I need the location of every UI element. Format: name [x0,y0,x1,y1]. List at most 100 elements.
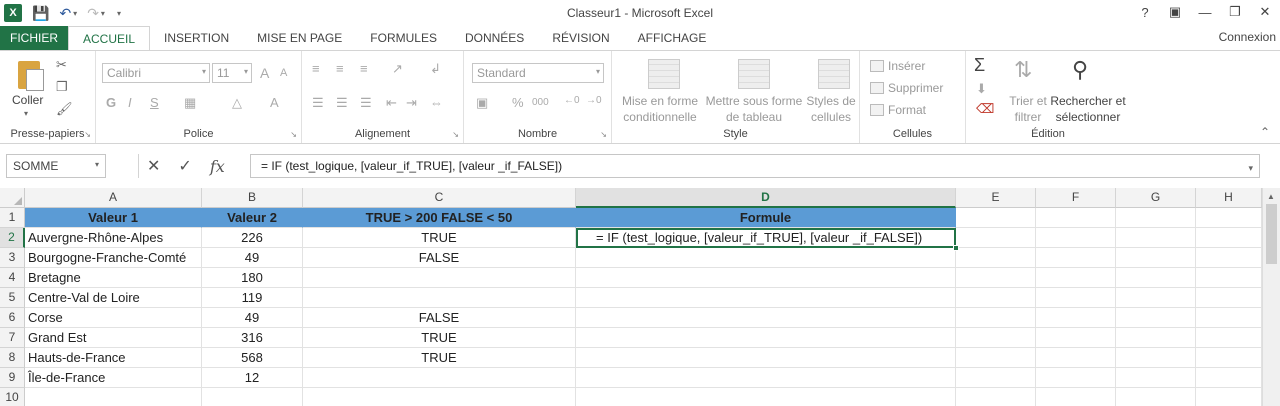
cell-h6[interactable] [1196,308,1262,328]
number-launcher-icon[interactable]: ↘ [600,130,607,139]
cell-g3[interactable] [1116,248,1196,268]
paste-button[interactable]: Coller [12,93,43,107]
cell-h3[interactable] [1196,248,1262,268]
format-painter-icon[interactable]: 🖌 [56,101,73,117]
scrollbar-thumb[interactable] [1266,204,1277,264]
sign-in-link[interactable]: Connexion [1219,30,1276,44]
row-header-3[interactable]: 3 [0,248,25,268]
row-header-6[interactable]: 6 [0,308,25,328]
scroll-up-icon[interactable]: ▲ [1267,192,1275,201]
fill-color-icon[interactable]: △ [232,95,242,111]
align-bottom-icon[interactable]: ≡ [360,61,368,76]
cell-b6[interactable]: 49 [202,308,303,328]
align-left-icon[interactable]: ☰ [312,95,324,111]
cell-f10[interactable] [1036,388,1116,406]
cell-a1[interactable]: Valeur 1 [25,208,202,228]
align-center-icon[interactable]: ☰ [336,95,348,111]
row-header-4[interactable]: 4 [0,268,25,288]
cell-f9[interactable] [1036,368,1116,388]
cell-e1[interactable] [956,208,1036,228]
insert-cells-button[interactable]: Insérer [870,59,925,73]
cell-h10[interactable] [1196,388,1262,406]
fill-handle[interactable] [953,245,959,251]
wrap-text-icon[interactable]: ↲ [430,61,441,77]
tab-page-layout[interactable]: MISE EN PAGE [243,26,356,50]
column-header-b[interactable]: B [202,188,303,208]
thousands-button[interactable]: 000 [532,97,549,108]
row-header-1[interactable]: 1 [0,208,25,228]
restore-icon[interactable]: ❐ [1220,0,1250,24]
cell-c2[interactable]: TRUE [303,228,576,248]
cell-a7[interactable]: Grand Est [25,328,202,348]
cell-e9[interactable] [956,368,1036,388]
fill-icon[interactable]: ⬇ [976,81,987,97]
cut-icon[interactable]: ✂ [56,57,67,73]
cell-styles-icon[interactable] [818,59,850,89]
help-icon[interactable]: ? [1130,0,1160,24]
cell-g4[interactable] [1116,268,1196,288]
row-header-10[interactable]: 10 [0,388,25,406]
cell-g8[interactable] [1116,348,1196,368]
format-as-table-icon[interactable] [738,59,770,89]
percent-button[interactable]: % [512,95,524,110]
format-as-table-button[interactable]: Mettre sous forme de tableau [704,93,804,125]
cell-e3[interactable] [956,248,1036,268]
decrease-indent-icon[interactable]: ⇤ [386,95,397,111]
cell-g9[interactable] [1116,368,1196,388]
cell-h1[interactable] [1196,208,1262,228]
copy-icon[interactable]: ❐ [56,79,68,95]
cell-d6[interactable] [576,308,956,328]
cell-d5[interactable] [576,288,956,308]
cell-d9[interactable] [576,368,956,388]
font-launcher-icon[interactable]: ↘ [290,130,297,139]
collapse-ribbon-icon[interactable]: ⌃ [1260,125,1270,139]
cell-f4[interactable] [1036,268,1116,288]
cell-f2[interactable] [1036,228,1116,248]
tab-view[interactable]: AFFICHAGE [624,26,721,50]
cell-f8[interactable] [1036,348,1116,368]
cell-c5[interactable] [303,288,576,308]
name-box[interactable]: SOMME ▾ [6,154,106,178]
cancel-icon[interactable]: ✕ [147,156,160,176]
number-format-select[interactable]: Standard ▾ [472,63,604,83]
cell-c8[interactable]: TRUE [303,348,576,368]
tab-home[interactable]: ACCUEIL [68,26,151,51]
cell-a9[interactable]: Île-de-France [25,368,202,388]
alignment-launcher-icon[interactable]: ↘ [452,130,459,139]
cell-b2[interactable]: 226 [202,228,303,248]
borders-icon[interactable]: ▦ [184,95,196,111]
cell-g10[interactable] [1116,388,1196,406]
close-icon[interactable]: ✕ [1250,0,1280,24]
grow-font-button[interactable]: A [260,65,269,81]
column-header-h[interactable]: H [1196,188,1262,208]
cell-g7[interactable] [1116,328,1196,348]
cell-c9[interactable] [303,368,576,388]
cell-b1[interactable]: Valeur 2 [202,208,303,228]
clipboard-launcher-icon[interactable]: ↘ [84,130,91,139]
merge-center-icon[interactable]: ⇔ [430,95,443,110]
formula-input[interactable]: = IF (test_logique, [valeur_if_TRUE], [v… [250,154,1260,178]
cell-e7[interactable] [956,328,1036,348]
ribbon-display-icon[interactable]: ▣ [1160,0,1190,24]
font-name-select[interactable]: Calibri ▾ [102,63,210,83]
row-header-2[interactable]: 2 [0,228,25,248]
cell-g6[interactable] [1116,308,1196,328]
cell-e8[interactable] [956,348,1036,368]
tab-review[interactable]: RÉVISION [538,26,623,50]
cell-e5[interactable] [956,288,1036,308]
cell-e4[interactable] [956,268,1036,288]
row-header-5[interactable]: 5 [0,288,25,308]
font-size-select[interactable]: 11 ▾ [212,63,252,83]
cell-d10[interactable] [576,388,956,406]
cell-d4[interactable] [576,268,956,288]
cell-b10[interactable] [202,388,303,406]
cell-d3[interactable] [576,248,956,268]
cell-b8[interactable]: 568 [202,348,303,368]
sort-filter-button[interactable]: Trier et filtrer [1004,93,1052,125]
currency-icon[interactable]: ▣ [476,95,488,111]
cell-d8[interactable] [576,348,956,368]
cell-c3[interactable]: FALSE [303,248,576,268]
column-header-e[interactable]: E [956,188,1036,208]
clear-icon[interactable]: ⌫ [976,101,994,117]
increase-decimal-icon[interactable]: ←0 [564,95,580,106]
